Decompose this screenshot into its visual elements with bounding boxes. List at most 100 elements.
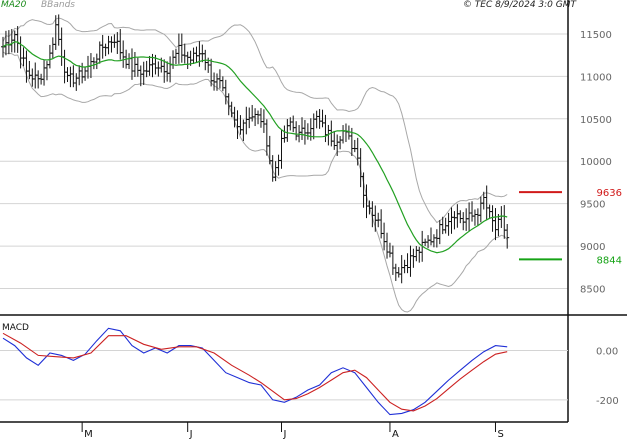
ohlc-bar [387,242,392,258]
price-tick-label: 8500 [580,285,605,296]
ohlc-bar [62,49,67,84]
ohlc-bar [490,205,495,232]
price-tick-label: 11500 [580,30,612,41]
macd-tick-label: 0.00 [596,347,618,358]
ohlc-bar [50,37,55,59]
macd-lines [2,327,508,416]
price-tick-label: 11000 [580,72,612,83]
price-tick-label: 10000 [580,157,612,168]
ohlc-bar [390,245,395,275]
x-tick-label: J [189,429,193,440]
resistance-label: 9636 [597,188,622,199]
ohlc-bar [493,208,498,241]
support-label: 8844 [597,255,622,266]
bollinger-bands [2,17,508,313]
x-tick-label: A [392,429,399,440]
ohlc-bar [472,209,477,226]
ohlc-bar [100,34,105,59]
ohlc-bar [291,115,296,133]
ohlc-bar [138,65,143,87]
ohlc-bar [399,255,404,284]
ohlc-bar [279,130,284,169]
ohlc-bar [464,208,469,231]
x-tick-label: M [84,429,93,440]
ohlc-bar [402,259,407,274]
ohlc-bar [437,220,442,245]
ohlc-bar [80,62,85,84]
ohlc-bar [156,61,161,77]
x-tick-label: S [497,429,503,440]
ohlc-bar [358,148,363,188]
price-tick-label: 10500 [580,115,612,126]
ohlc-bar [285,119,290,142]
ohlc-bar [276,154,281,176]
ohlc-bar [452,211,457,230]
ohlc-bar [42,59,47,86]
ohlc-bar [352,139,357,153]
ohlc-bar [18,36,23,69]
ohlc-bar [112,34,117,48]
x-tick-label: J [282,429,286,440]
ohlc-bar [267,135,272,165]
ohlc-bar [408,245,413,277]
ohlc-bar [341,125,346,144]
ohlc-bar [414,246,419,262]
ohlc-bar [176,33,181,64]
ohlc-bar [179,33,184,63]
ohlc-bar [455,204,460,228]
ohlc-bar [168,56,173,83]
macd-tick-label: -200 [596,396,619,407]
ohlc-bar [36,70,41,89]
ohlc-bar [461,212,466,231]
ohlc-bar [264,119,269,156]
ohlc-bar [502,205,507,239]
axes: 8500 9000 9500 10000 10500 11000 11500 0.00 -200… [81,30,619,440]
ohlc-bar [305,123,310,140]
ohlc-bar [21,47,26,67]
ohlc-bar [74,73,79,91]
ohlc-bar [302,120,307,145]
ohlc-bar [505,223,510,249]
ohlc-bar [182,43,187,64]
ohlc-bar [83,67,88,81]
macd-series-signal [2,332,508,412]
ohlc-bar [147,55,152,76]
ohlc-bar [238,115,243,135]
ohlc-bar [103,43,108,57]
ohlc-bar [470,201,475,222]
ohlc-bar [162,59,167,83]
ohlc-bar [258,108,263,128]
ohlc-bar [144,60,149,78]
ohlc-bar [253,108,258,127]
ohlc-bar [59,27,64,66]
ohlc-bar [135,57,140,77]
ohlc-bar [335,134,340,156]
ohlc-bar [173,48,178,65]
ohlc-bar [396,267,401,278]
ohlc-bar [30,68,35,87]
ohlc-bar [220,76,225,92]
ohlc-bar [165,61,170,82]
ohlc-bar [91,57,96,70]
ohlc-bar [185,51,190,70]
ohlc-bar [475,208,480,227]
ohlc-bar [244,106,249,135]
ohlc-bar [109,36,114,53]
ohlc-bar [9,29,14,53]
price-tick-label: 9500 [580,200,605,211]
ohlc-bar [141,61,146,85]
ohlc-bar [94,53,99,70]
ohlc-bar [478,196,483,223]
ohlc-bar [127,53,132,70]
price-tick-label: 9000 [580,242,605,253]
price-levels: 9636 8844 [519,188,622,266]
macd-grid [0,350,568,401]
ohlc-bar [446,212,451,236]
ohlc-bar [261,109,266,133]
ohlc-bar [379,209,384,239]
ma20-path [2,41,508,254]
ohlc-bar [294,121,299,141]
ohlc-bar [449,207,454,234]
ohlc-bar [405,253,410,274]
ohlc-bar [44,61,49,81]
